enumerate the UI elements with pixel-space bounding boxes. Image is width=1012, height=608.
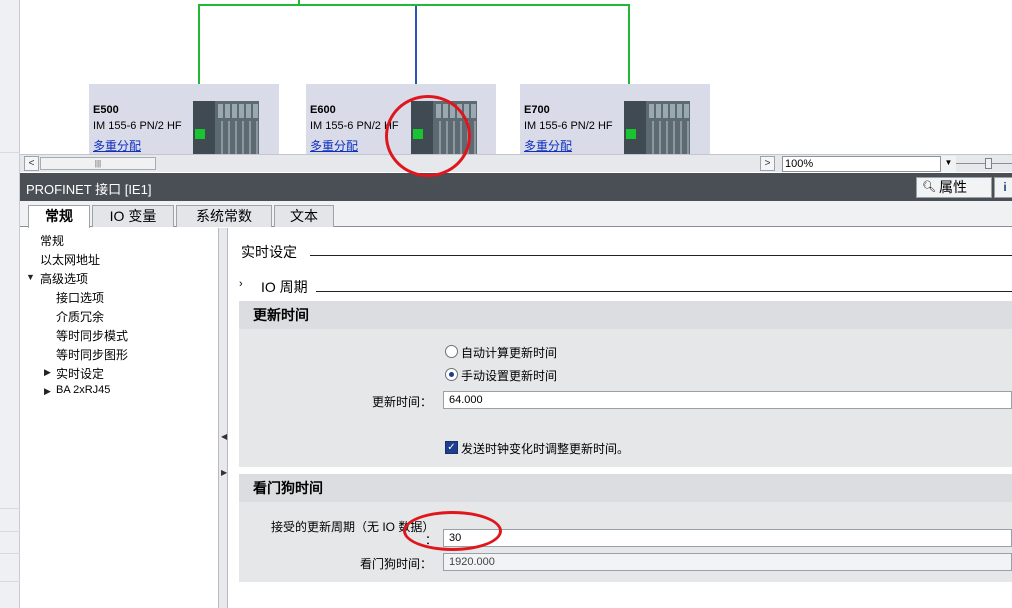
inspector-title: PROFINET 接口 [IE1] [26, 182, 152, 197]
splitter-right-icon: ▶ [221, 468, 228, 477]
navigation-tree: 常规 以太网地址 ▼ 高级选项 接口选项 介质冗余 等时同步模式 等时同步图形 … [20, 228, 218, 608]
tree-item-ba-2xrj45[interactable]: BA 2xRJ45 [56, 384, 110, 396]
device-type: IM 155-6 PN/2 HF [524, 120, 613, 132]
tree-item-interface-options[interactable]: 接口选项 [56, 289, 104, 306]
watchdog-panel: 看门狗时间 接受的更新周期（无 IO 数据） ： 30 看门狗时间： 1920.… [239, 474, 1012, 582]
profinet-wire-center [298, 0, 300, 6]
multi-assign-link[interactable]: 多重分配 [93, 137, 141, 154]
collapse-arrow-icon[interactable]: ▶ [44, 367, 51, 378]
interface-port-icon [626, 129, 636, 139]
scroll-right-button[interactable]: > [760, 156, 775, 171]
tab-general[interactable]: 常规 [28, 205, 90, 228]
annotation-ellipse-device [385, 95, 471, 177]
network-view[interactable]: E500 IM 155-6 PN/2 HF 多重分配 E600 IM 155-6… [20, 0, 1012, 155]
subsection-title: IO 周期 [261, 279, 308, 295]
pane-splitter[interactable]: ◀ ▶ [218, 228, 228, 608]
device-name: E500 [93, 104, 119, 116]
properties-label: 属性 [939, 179, 967, 195]
tree-item-realtime-settings[interactable]: 实时设定 [56, 365, 104, 382]
multi-assign-link[interactable]: 多重分配 [310, 137, 358, 154]
watchdog-time-label: 看门狗时间： [360, 557, 433, 571]
watchdog-header: 看门狗时间 [239, 474, 1012, 502]
section-title: 实时设定 [241, 244, 297, 260]
device-name: E600 [310, 104, 336, 116]
update-time-header: 更新时间 [239, 301, 1012, 329]
tree-item-advanced-options[interactable]: 高级选项 [40, 270, 88, 287]
device-rack-icon [193, 101, 259, 155]
collapse-arrow-icon[interactable]: ▶ [44, 386, 51, 397]
tree-item-isochronous-mode[interactable]: 等时同步模式 [56, 327, 128, 344]
update-time-label: 更新时间： [372, 395, 433, 409]
tree-item-ethernet-address[interactable]: 以太网地址 [40, 251, 100, 268]
radio-auto-label: 自动计算更新时间 [461, 346, 558, 360]
left-gutter [0, 0, 20, 608]
inspector-header: PROFINET 接口 [IE1] 🔍︎ 属性 i [20, 173, 1012, 201]
tree-item-media-redundancy[interactable]: 介质冗余 [56, 308, 104, 325]
tab-texts[interactable]: 文本 [274, 205, 334, 227]
radio-manual-update-time[interactable] [445, 368, 458, 381]
chevron-down-icon[interactable]: ▼ [940, 156, 956, 172]
radio-auto-update-time[interactable] [445, 345, 458, 358]
interface-port-icon [195, 129, 205, 139]
profinet-wire-top [198, 4, 630, 6]
tab-system-constants[interactable]: 系统常数 [176, 205, 272, 227]
subsection-arrow-icon[interactable]: › [239, 278, 243, 290]
device-type: IM 155-6 PN/2 HF [93, 120, 182, 132]
watchdog-time-field: 1920.000 [443, 553, 1012, 571]
settings-panel: 实时设定 › IO 周期 更新时间 自动计算更新时间 手动设置更新时间 更新时间… [228, 228, 1012, 608]
radio-manual-label: 手动设置更新时间 [461, 369, 558, 383]
multi-assign-link[interactable]: 多重分配 [524, 137, 572, 154]
adjust-update-time-checkbox[interactable]: ✓ [445, 441, 458, 454]
zoom-slider-knob[interactable] [985, 158, 992, 169]
update-time-panel: 更新时间 自动计算更新时间 手动设置更新时间 更新时间： 64.000 ✓ 发送… [239, 301, 1012, 467]
expand-arrow-icon[interactable]: ▼ [26, 272, 35, 282]
adjust-update-time-label: 发送时钟变化时调整更新时间。 [461, 442, 630, 456]
device-e500[interactable]: E500 IM 155-6 PN/2 HF 多重分配 [89, 84, 279, 155]
tab-io-tags[interactable]: IO 变量 [92, 205, 174, 227]
scroll-left-button[interactable]: < [24, 156, 39, 171]
tree-item-isochronous-graphic[interactable]: 等时同步图形 [56, 346, 128, 363]
search-window-icon: 🔍︎ [922, 181, 936, 193]
zoom-slider-track[interactable] [956, 163, 1012, 164]
info-icon[interactable]: i [994, 177, 1012, 198]
update-time-input[interactable]: 64.000 [443, 391, 1012, 409]
device-rack-icon [624, 101, 690, 155]
inspector-tabs: 常规 IO 变量 系统常数 文本 [20, 201, 1012, 228]
annotation-ellipse-cycles [403, 511, 502, 551]
properties-button[interactable]: 🔍︎ 属性 [916, 177, 992, 198]
scroll-thumb[interactable]: ||| [40, 157, 156, 170]
tree-item-general[interactable]: 常规 [40, 232, 64, 249]
device-name: E700 [524, 104, 550, 116]
device-e700[interactable]: E700 IM 155-6 PN/2 HF 多重分配 [520, 84, 710, 155]
splitter-left-icon: ◀ [221, 432, 228, 441]
canvas-scrollbar[interactable]: < ||| > 100% ▼ [20, 154, 1012, 172]
zoom-select[interactable]: 100% [782, 156, 956, 172]
accepted-cycles-input[interactable]: 30 [443, 529, 1012, 547]
